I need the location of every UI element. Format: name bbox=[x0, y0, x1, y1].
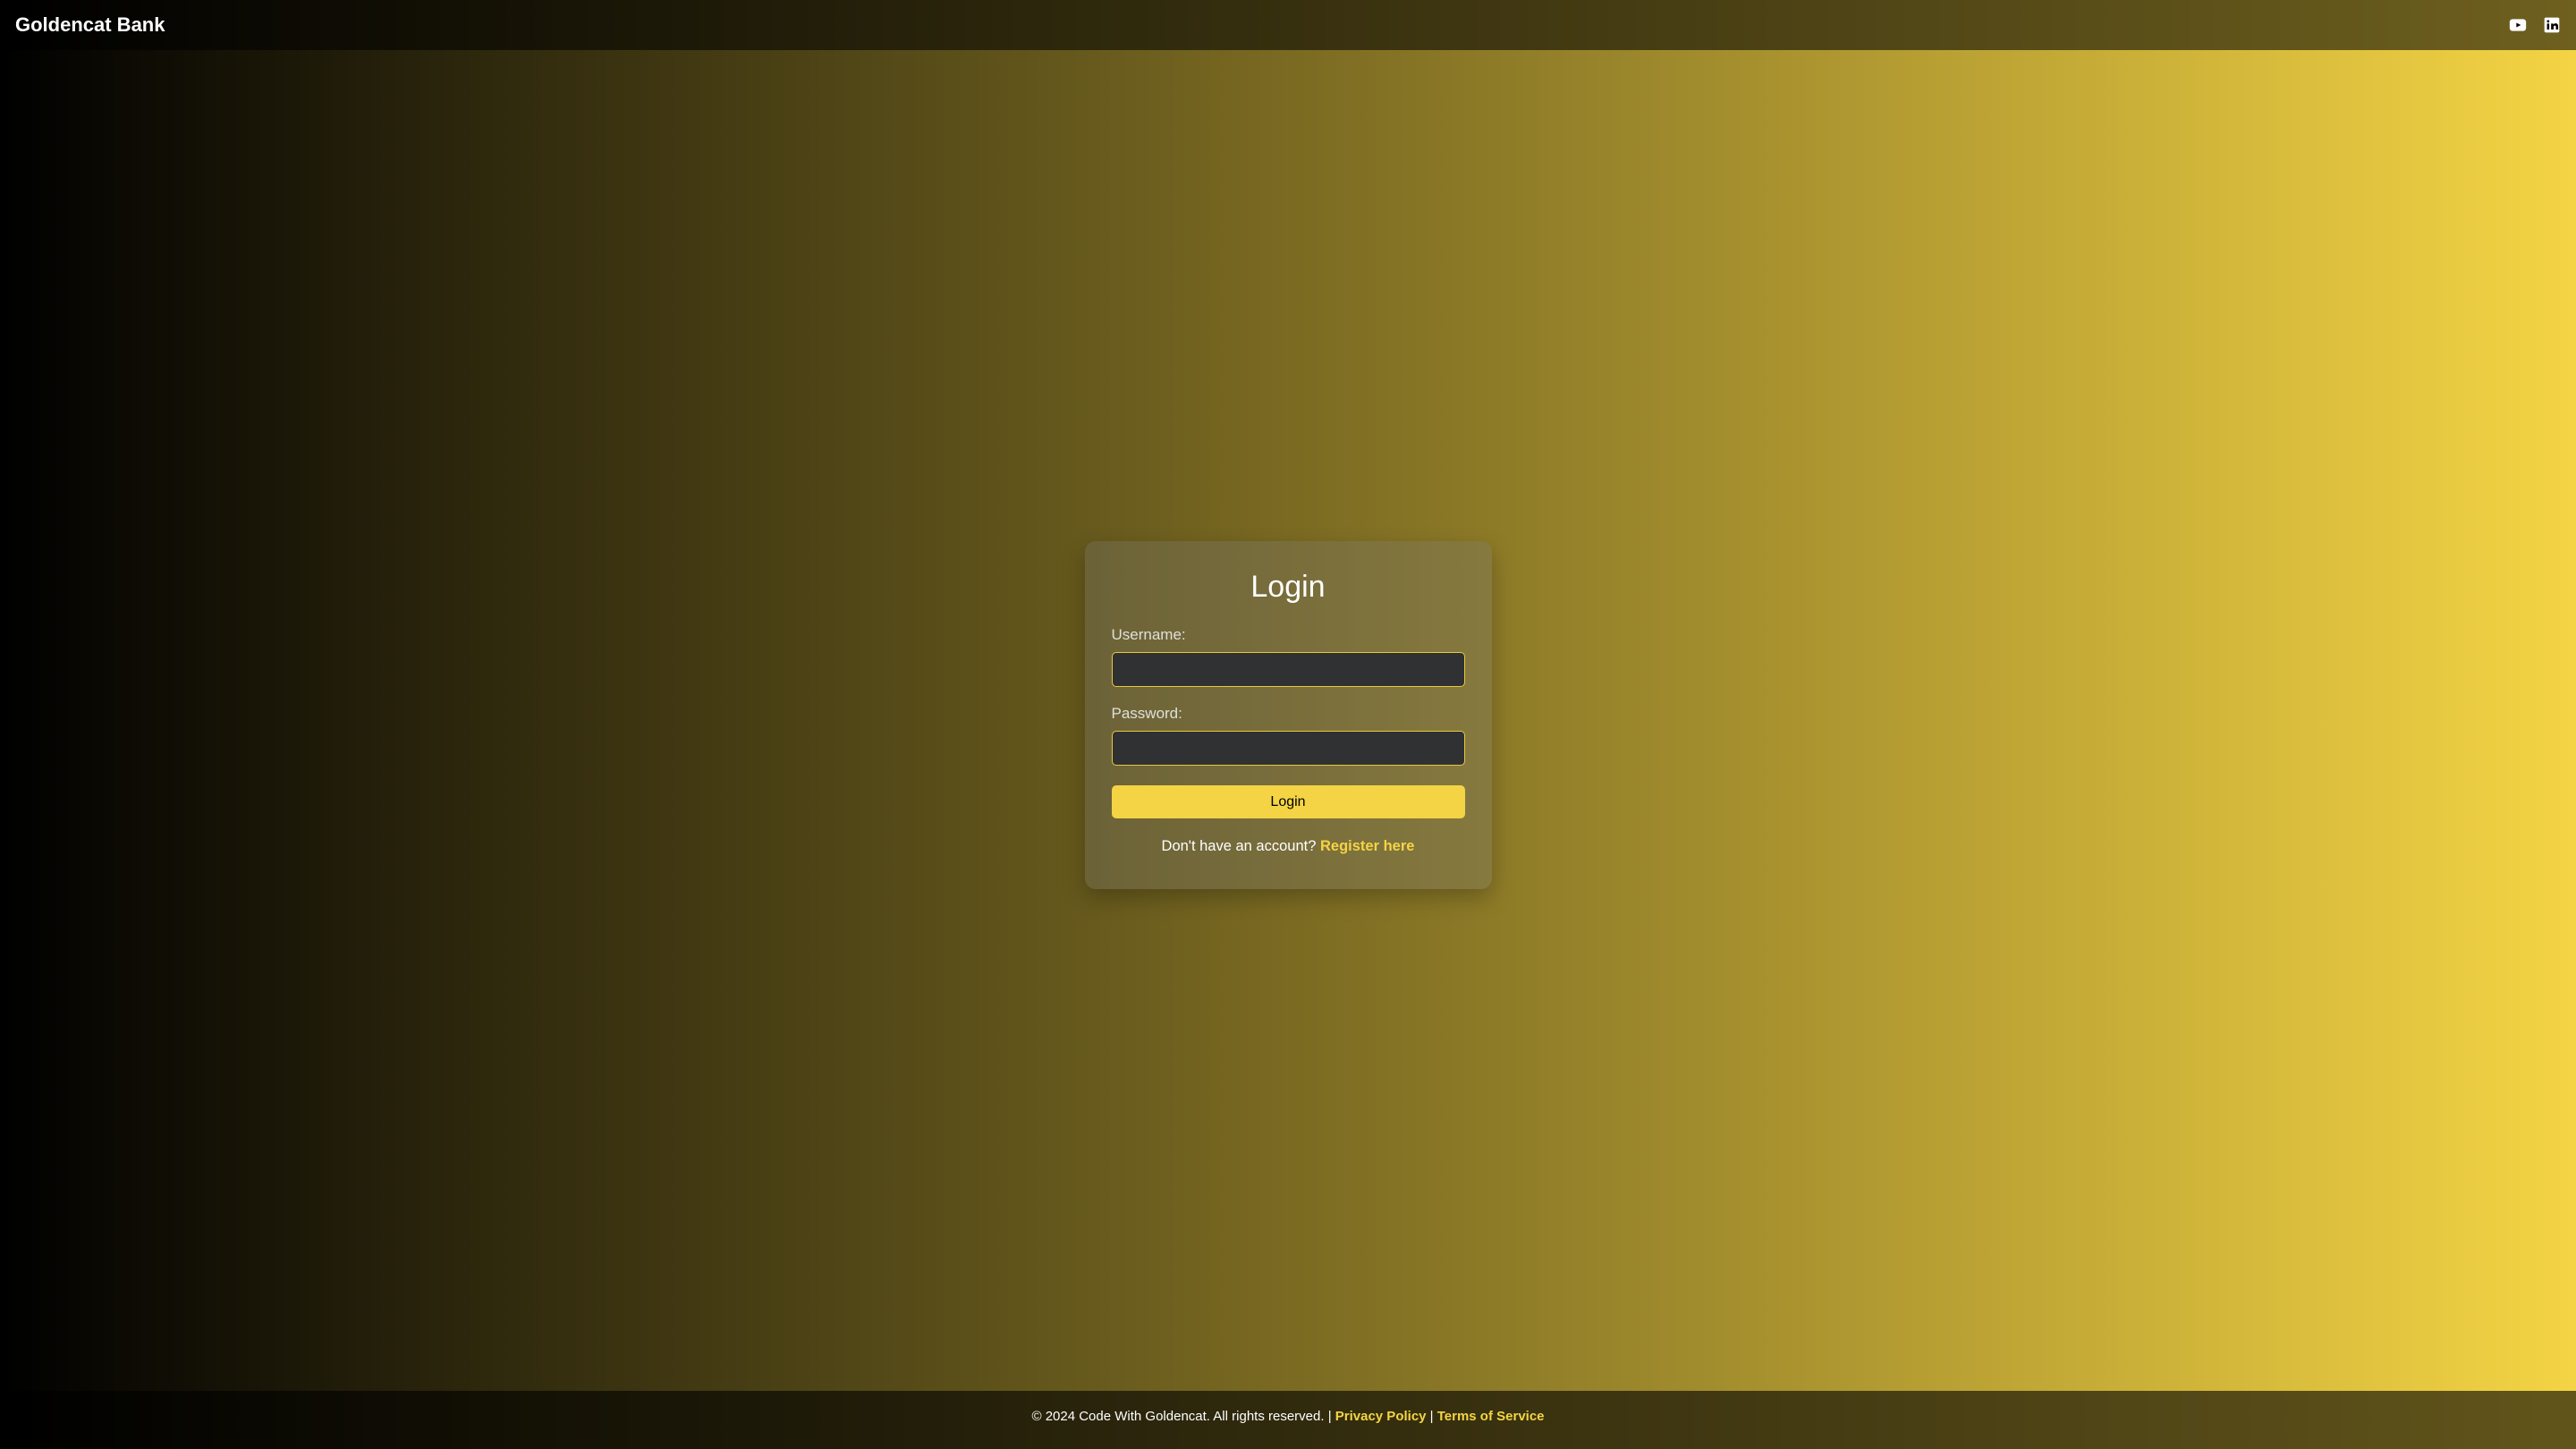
username-label: Username: bbox=[1112, 626, 1465, 644]
terms-of-service-link[interactable]: Terms of Service bbox=[1437, 1409, 1545, 1424]
header-icon-group bbox=[2509, 16, 2561, 34]
linkedin-icon[interactable] bbox=[2543, 16, 2561, 34]
app-header: Goldencat Bank bbox=[0, 0, 2576, 50]
main-area: Login Username: Password: Login Don't ha… bbox=[0, 50, 2576, 1391]
app-footer: © 2024 Code With Goldencat. All rights r… bbox=[0, 1391, 2576, 1449]
privacy-policy-link[interactable]: Privacy Policy bbox=[1335, 1409, 1427, 1424]
login-button[interactable]: Login bbox=[1112, 785, 1465, 818]
password-group: Password: bbox=[1112, 705, 1465, 766]
youtube-icon[interactable] bbox=[2509, 16, 2527, 34]
signup-hint: Don't have an account? Register here bbox=[1112, 838, 1465, 855]
username-group: Username: bbox=[1112, 626, 1465, 687]
footer-sep-1: | bbox=[1325, 1409, 1335, 1424]
brand-title: Goldencat Bank bbox=[15, 13, 165, 37]
password-label: Password: bbox=[1112, 705, 1465, 723]
footer-sep-2: | bbox=[1427, 1409, 1437, 1424]
signup-prompt-text: Don't have an account? bbox=[1162, 838, 1320, 854]
register-link[interactable]: Register here bbox=[1320, 838, 1414, 854]
footer-copyright: © 2024 Code With Goldencat. All rights r… bbox=[1031, 1409, 1324, 1424]
login-card: Login Username: Password: Login Don't ha… bbox=[1085, 541, 1492, 889]
username-input[interactable] bbox=[1112, 652, 1465, 687]
login-title: Login bbox=[1112, 570, 1465, 605]
password-input[interactable] bbox=[1112, 731, 1465, 766]
